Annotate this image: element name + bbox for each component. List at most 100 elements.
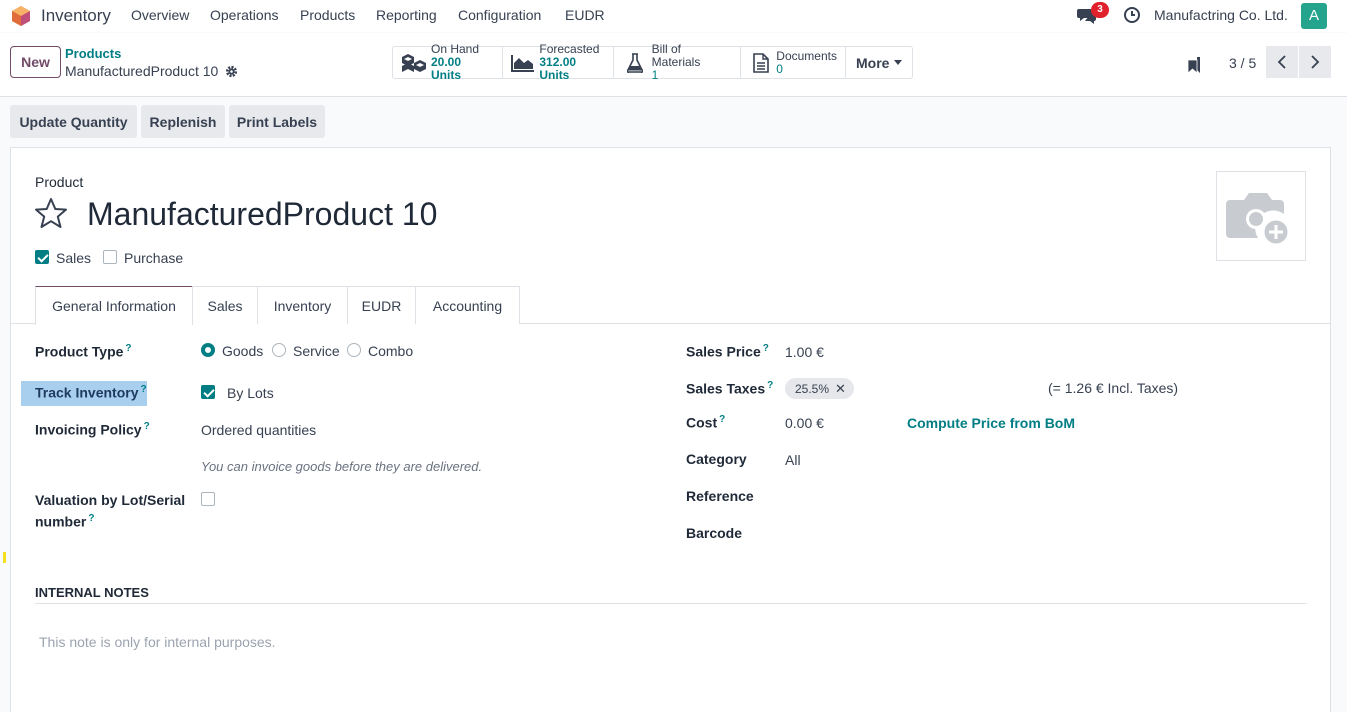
category-label: Category [686,451,747,467]
bookmark-icon[interactable] [1187,56,1201,74]
product-type-label: Product Type? [35,343,132,360]
chevron-right-icon [1311,55,1320,69]
menu-configuration[interactable]: Configuration [458,7,541,23]
invoicing-policy-label: Invoicing Policy? [35,421,150,438]
sales-tax-tag[interactable]: 25.5% ✕ [785,378,854,399]
pager-previous-button[interactable] [1266,46,1298,78]
valuation-label-line2: number? [35,513,95,530]
more-label: More [856,54,890,71]
remove-tag-icon[interactable]: ✕ [835,381,846,397]
flask-icon [622,52,648,74]
pager-value[interactable]: 3 / 5 [1229,55,1256,71]
activity-clock-icon[interactable] [1123,6,1141,24]
print-labels-button[interactable]: Print Labels [229,105,325,138]
tab-sales[interactable]: Sales [192,286,258,324]
top-navbar: Inventory Overview Operations Products R… [0,0,1347,32]
replenish-button[interactable]: Replenish [141,105,225,138]
compute-price-from-bom-button[interactable]: Compute Price from BoM [907,415,1075,431]
product-type-combo-radio[interactable] [347,343,361,357]
product-type-service-radio[interactable] [272,343,286,357]
new-button[interactable]: New [10,46,61,78]
on-hand-button[interactable]: On Hand 20.00 Units [393,43,503,82]
help-tooltip-icon[interactable]: ? [125,343,131,354]
tab-inventory[interactable]: Inventory [257,286,348,324]
documents-button[interactable]: Documents 0 [741,47,846,78]
cost-label: Cost? [686,414,726,431]
update-quantity-button[interactable]: Update Quantity [10,105,137,138]
valuation-checkbox[interactable] [201,492,215,506]
track-inventory-label: Track Inventory? [35,384,147,401]
help-tooltip-icon[interactable]: ? [763,343,769,354]
notes-divider [35,603,1307,604]
camera-plus-icon [1226,193,1291,246]
forecasted-value: 312.00 Units [539,55,577,82]
product-type-goods-label[interactable]: Goods [222,343,263,359]
invoicing-policy-value[interactable]: Ordered quantities [201,422,316,438]
tab-accounting[interactable]: Accounting [415,286,520,324]
caret-down-icon [894,60,903,65]
menu-eudr[interactable]: EUDR [565,7,605,23]
on-hand-value: 20.00 Units [431,55,462,82]
pager-next-button[interactable] [1299,46,1331,78]
barcode-label: Barcode [686,525,743,541]
invoicing-hint: You can invoice goods before they are de… [201,459,483,474]
track-inventory-checkbox[interactable] [201,385,215,399]
help-tooltip-icon[interactable]: ? [141,384,147,395]
area-chart-icon [511,52,535,74]
help-tooltip-icon[interactable]: ? [144,421,150,432]
tab-eudr[interactable]: EUDR [347,286,416,324]
chevron-left-icon [1277,55,1286,69]
tab-general-information[interactable]: General Information [35,286,193,325]
company-switcher[interactable]: Manufactring Co. Ltd. [1154,7,1288,23]
forecasted-button[interactable]: Forecasted 312.00 Units [503,43,614,82]
bom-label: Bill of Materials [651,42,701,69]
category-value[interactable]: All [785,452,801,468]
bill-of-materials-button[interactable]: Bill of Materials 1 [614,43,741,82]
menu-overview[interactable]: Overview [131,7,189,23]
smart-buttons: On Hand 20.00 Units Forecasted 312.00 Un… [392,43,914,82]
more-dropdown[interactable]: More [846,47,912,78]
sales-checkbox[interactable] [35,250,49,264]
inventory-app-icon[interactable] [10,5,32,27]
product-type-goods-radio[interactable] [201,343,215,357]
sales-price-label: Sales Price? [686,343,769,360]
document-icon [749,52,772,74]
gear-icon[interactable] [225,65,238,78]
app-name[interactable]: Inventory [41,6,111,26]
internal-notes-field[interactable]: This note is only for internal purposes. [39,634,276,650]
menu-operations[interactable]: Operations [210,7,278,23]
cost-value[interactable]: 0.00 € [785,415,824,431]
scroll-marker [3,552,6,563]
star-icon[interactable] [34,197,68,229]
help-tooltip-icon[interactable]: ? [719,414,725,425]
reference-label: Reference [686,488,754,504]
help-tooltip-icon[interactable]: ? [767,380,773,391]
bom-value: 1 [651,68,659,82]
sales-price-value[interactable]: 1.00 € [785,344,824,360]
internal-notes-title: INTERNAL NOTES [35,585,149,600]
incl-taxes-text: (= 1.26 € Incl. Taxes) [1048,380,1179,396]
purchase-checkbox[interactable] [103,250,117,264]
sales-taxes-label: Sales Taxes? [686,380,774,397]
valuation-label-line1: Valuation by Lot/Serial [35,492,186,508]
breadcrumb-products[interactable]: Products [65,46,121,61]
documents-value: 0 [776,61,783,76]
help-tooltip-icon[interactable]: ? [88,513,94,524]
documents-label: Documents [776,48,837,63]
menu-reporting[interactable]: Reporting [376,7,437,23]
breadcrumb-current: ManufacturedProduct 10 [65,63,219,79]
menu-products[interactable]: Products [300,7,355,23]
product-name[interactable]: ManufacturedProduct 10 [87,196,437,233]
cubes-icon [401,52,427,74]
user-avatar[interactable]: A [1301,3,1327,29]
sales-tax-tag-label: 25.5% [795,381,830,396]
track-inventory-value[interactable]: By Lots [227,385,274,401]
product-type-combo-label[interactable]: Combo [368,343,413,359]
sales-checkbox-label[interactable]: Sales [56,250,91,266]
chat-badge: 3 [1091,2,1109,18]
product-label: Product [35,174,84,190]
purchase-checkbox-label[interactable]: Purchase [124,250,183,266]
control-panel: New Products ManufacturedProduct 10 On H… [0,33,1347,97]
product-type-service-label[interactable]: Service [293,343,340,359]
product-image-upload[interactable] [1216,171,1306,261]
